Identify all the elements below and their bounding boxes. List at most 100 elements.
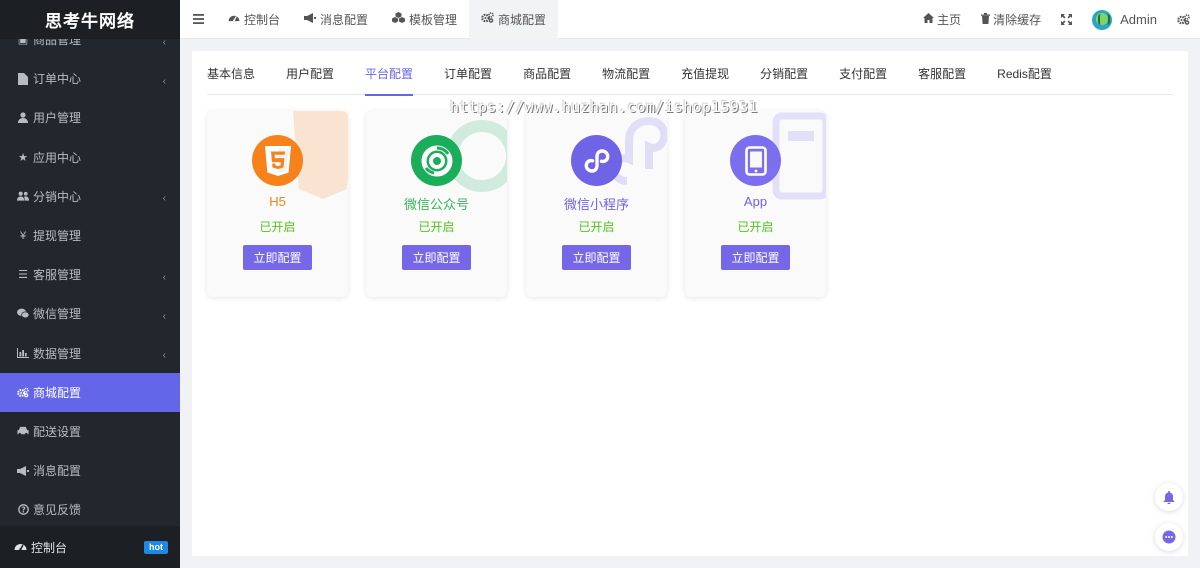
sidebar-item-orders[interactable]: 订单中心 ‹ bbox=[0, 59, 180, 98]
sidebar: ▣ 商品管理 ‹ 订单中心 ‹ 用户管理 ★ 应用中心 分销中心 ‹ ¥ 提现管… bbox=[0, 0, 180, 568]
question-icon: ? bbox=[17, 504, 29, 516]
chevron-left-icon: ‹ bbox=[162, 271, 166, 283]
platform-name: H5 bbox=[269, 194, 286, 209]
clear-cache-button[interactable]: 清除缓存 bbox=[971, 0, 1051, 39]
user-icon bbox=[17, 112, 29, 124]
top-tab-label: 控制台 bbox=[244, 12, 281, 27]
tab-redis-config[interactable]: Redis配置 bbox=[997, 51, 1052, 95]
tab-basic-info[interactable]: 基本信息 bbox=[207, 51, 255, 95]
sidebar-item-messages[interactable]: 消息配置 bbox=[0, 451, 180, 490]
bullhorn-icon bbox=[304, 12, 317, 26]
platform-card-wechat-official: 微信公众号 已开启 立即配置 bbox=[366, 111, 507, 297]
sidebar-item-withdraw[interactable]: ¥ 提现管理 bbox=[0, 216, 180, 255]
tab-recharge-withdraw[interactable]: 充值提现 bbox=[681, 51, 729, 95]
tab-payment-config[interactable]: 支付配置 bbox=[839, 51, 887, 95]
config-tabs: 基本信息 用户配置 平台配置 订单配置 商品配置 物流配置 充值提现 分销配置 … bbox=[207, 51, 1173, 96]
user-menu[interactable]: Admin bbox=[1082, 0, 1167, 39]
gears-icon bbox=[17, 387, 29, 398]
configure-app-button[interactable]: 立即配置 bbox=[721, 245, 790, 270]
users-icon bbox=[17, 191, 29, 201]
platform-status: 已开启 bbox=[259, 220, 296, 234]
platform-name: App bbox=[743, 194, 768, 209]
wechat-icon bbox=[17, 308, 29, 319]
top-bar: 控制台 消息配置 模板管理 商城配置 主页 清除缓存 Admin bbox=[180, 0, 1200, 39]
sidebar-item-mall-config[interactable]: 商城配置 bbox=[0, 372, 180, 412]
mobile-icon bbox=[730, 135, 781, 186]
top-tab-label: 商城配置 bbox=[498, 12, 547, 27]
top-tab-templates[interactable]: 模板管理 bbox=[380, 0, 469, 39]
tab-platform-config[interactable]: 平台配置 bbox=[365, 51, 414, 96]
fullscreen-icon[interactable] bbox=[1051, 0, 1082, 39]
hot-badge: hot bbox=[144, 541, 168, 554]
top-right-actions: 主页 清除缓存 Admin bbox=[913, 0, 1200, 39]
watermark-text: https://www.huzhan.com/ishop15931 bbox=[450, 98, 758, 116]
home-link[interactable]: 主页 bbox=[913, 0, 971, 39]
platform-cards: H5 已开启 立即配置 微信公众号 已开启 立即配置 微信小程序 已开启 立即配… bbox=[207, 111, 1173, 301]
html5-icon bbox=[252, 135, 303, 186]
dashboard-icon bbox=[14, 541, 27, 554]
trash-icon bbox=[981, 12, 991, 27]
sidebar-item-users[interactable]: 用户管理 bbox=[0, 98, 180, 137]
sidebar-item-label: 用户管理 bbox=[33, 111, 82, 126]
platform-name: 微信公众号 bbox=[403, 197, 469, 212]
tab-logistics-config[interactable]: 物流配置 bbox=[602, 51, 650, 95]
home-label: 主页 bbox=[937, 13, 962, 27]
top-tab-dashboard[interactable]: 控制台 bbox=[216, 0, 292, 39]
yen-icon: ¥ bbox=[19, 229, 27, 242]
configure-wechat-official-button[interactable]: 立即配置 bbox=[402, 245, 471, 270]
tab-goods-config[interactable]: 商品配置 bbox=[523, 51, 571, 95]
platform-status: 已开启 bbox=[418, 220, 455, 234]
brand-logo[interactable]: 思考牛网络 bbox=[0, 0, 180, 39]
star-icon: ★ bbox=[18, 151, 28, 164]
sidebar-item-delivery[interactable]: 配送设置 bbox=[0, 412, 180, 451]
tab-service-config[interactable]: 客服配置 bbox=[918, 51, 966, 95]
mini-program-icon bbox=[571, 135, 622, 186]
sidebar-item-label: 数据管理 bbox=[33, 346, 82, 361]
platform-name: 微信小程序 bbox=[563, 197, 629, 212]
chevron-left-icon: ‹ bbox=[162, 310, 166, 322]
tab-user-config[interactable]: 用户配置 bbox=[286, 51, 334, 95]
sidebar-item-distribution[interactable]: 分销中心 ‹ bbox=[0, 177, 180, 216]
main-panel: 基本信息 用户配置 平台配置 订单配置 商品配置 物流配置 充值提现 分销配置 … bbox=[192, 51, 1188, 556]
chat-bubble-icon[interactable] bbox=[1155, 523, 1183, 551]
top-tab-label: 消息配置 bbox=[320, 12, 369, 27]
sidebar-item-customer-service[interactable]: ☰ 客服管理 ‹ bbox=[0, 255, 180, 294]
sidebar-item-label: 应用中心 bbox=[33, 150, 82, 165]
home-icon bbox=[923, 13, 935, 26]
tab-distribution-config[interactable]: 分销配置 bbox=[760, 51, 808, 95]
clear-cache-label: 清除缓存 bbox=[993, 13, 1042, 27]
tab-order-config[interactable]: 订单配置 bbox=[444, 51, 492, 95]
sidebar-item-label: 消息配置 bbox=[33, 464, 82, 479]
configure-mini-program-button[interactable]: 立即配置 bbox=[562, 245, 631, 270]
cubes-icon bbox=[392, 12, 406, 26]
sidebar-item-data[interactable]: 数据管理 ‹ bbox=[0, 334, 180, 373]
gears-icon bbox=[481, 12, 494, 26]
bar-chart-icon bbox=[17, 348, 29, 359]
sidebar-item-apps[interactable]: ★ 应用中心 bbox=[0, 138, 180, 177]
car-icon bbox=[17, 426, 29, 437]
settings-gears-icon[interactable] bbox=[1167, 0, 1200, 39]
sidebar-item-feedback[interactable]: ? 意见反馈 bbox=[0, 490, 180, 529]
sidebar-menu: ▣ 商品管理 ‹ 订单中心 ‹ 用户管理 ★ 应用中心 分销中心 ‹ ¥ 提现管… bbox=[0, 20, 180, 529]
sidebar-footer-label: 控制台 bbox=[31, 540, 68, 555]
configure-h5-button[interactable]: 立即配置 bbox=[243, 245, 312, 270]
top-tab-messages[interactable]: 消息配置 bbox=[292, 0, 380, 39]
avatar bbox=[1092, 9, 1113, 30]
sidebar-footer-dashboard[interactable]: 控制台 hot bbox=[0, 526, 180, 568]
wechat-official-icon bbox=[411, 135, 462, 186]
chevron-left-icon: ‹ bbox=[162, 350, 166, 362]
menu-toggle-icon[interactable] bbox=[180, 0, 216, 39]
notification-bell-icon[interactable] bbox=[1155, 483, 1183, 511]
sidebar-item-label: 配送设置 bbox=[33, 424, 82, 439]
dashboard-icon bbox=[228, 13, 240, 25]
platform-status: 已开启 bbox=[737, 220, 774, 234]
sidebar-item-label: 意见反馈 bbox=[33, 503, 82, 518]
platform-status: 已开启 bbox=[578, 220, 615, 234]
sidebar-item-label: 订单中心 bbox=[33, 72, 82, 87]
sidebar-item-label: 分销中心 bbox=[33, 189, 82, 204]
sidebar-item-wechat[interactable]: 微信管理 ‹ bbox=[0, 294, 180, 333]
top-tab-mall-config[interactable]: 商城配置 bbox=[469, 0, 559, 39]
user-name: Admin bbox=[1120, 12, 1157, 27]
chevron-left-icon: ‹ bbox=[162, 193, 166, 205]
platform-card-mini-program: 微信小程序 已开启 立即配置 bbox=[526, 111, 667, 297]
